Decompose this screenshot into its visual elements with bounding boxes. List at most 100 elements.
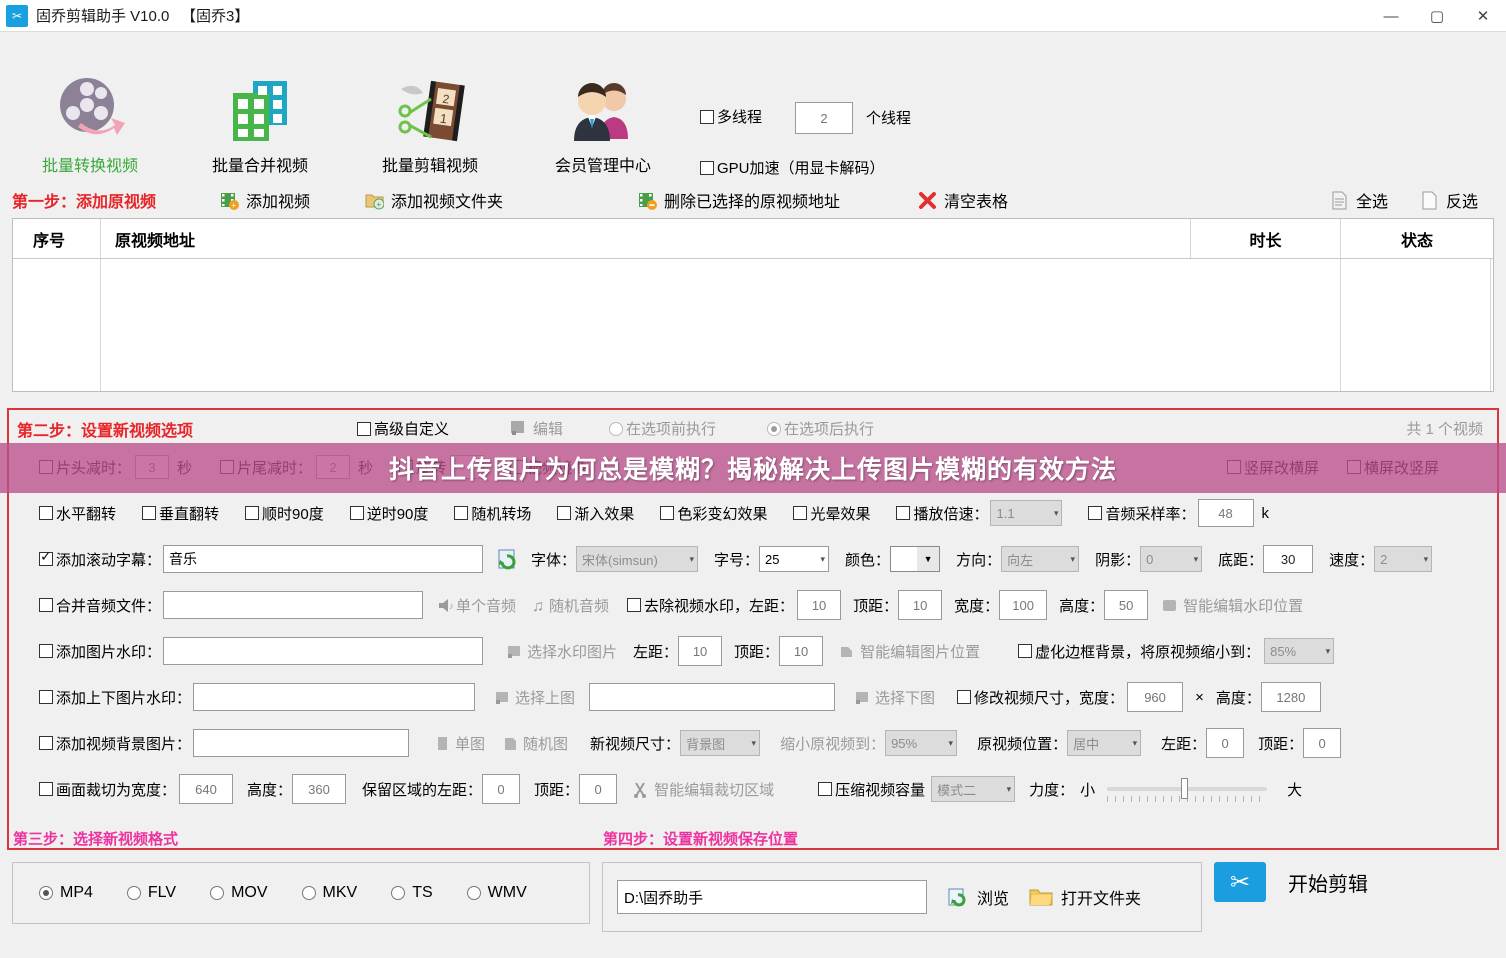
single-audio-label[interactable]: 单个音频 bbox=[456, 595, 516, 616]
start-edit-button[interactable]: ✂ 开始剪辑 bbox=[1214, 862, 1368, 902]
exec-after-radio[interactable]: 在选项后执行 bbox=[767, 418, 874, 439]
subtitle-speed-select[interactable]: 2 ▾ bbox=[1374, 546, 1433, 572]
watermark-width-input[interactable]: 100 bbox=[999, 590, 1048, 620]
playback-speed-select[interactable]: 1.1 ▾ bbox=[990, 500, 1063, 526]
format-option-wmv[interactable]: WMV bbox=[466, 884, 527, 902]
choose-top-image-label[interactable]: 选择上图 bbox=[515, 687, 575, 708]
top-image-input[interactable] bbox=[193, 683, 476, 711]
bg-left-input[interactable]: 0 bbox=[1206, 728, 1245, 758]
multithread-label: 多线程 bbox=[717, 109, 763, 126]
bg-image-input[interactable] bbox=[193, 729, 410, 757]
image-watermark-input[interactable] bbox=[163, 637, 484, 665]
color-shift-checkbox[interactable]: 色彩变幻效果 bbox=[660, 503, 767, 524]
format-option-mp4[interactable]: MP4 bbox=[39, 884, 93, 902]
tool-batch-merge[interactable]: 批量合并视频 bbox=[175, 72, 345, 176]
blur-scale-select[interactable]: 85% ▾ bbox=[1264, 638, 1335, 664]
topbottom-watermark-checkbox[interactable]: 添加上下图片水印： bbox=[39, 687, 191, 708]
compress-mode-select[interactable]: 模式二 ▾ bbox=[931, 776, 1016, 802]
browse-button[interactable]: 浏览 bbox=[947, 885, 1009, 909]
fade-in-checkbox[interactable]: 渐入效果 bbox=[557, 503, 634, 524]
delete-selected-button[interactable]: 删除已选择的原视频地址 bbox=[638, 188, 840, 212]
random-image-label[interactable]: 随机图 bbox=[523, 733, 568, 754]
playback-speed-checkbox[interactable]: 播放倍速： bbox=[896, 503, 988, 524]
tool-batch-convert[interactable]: 批量转换视频 bbox=[5, 72, 175, 176]
audio-samplerate-input[interactable]: 48 bbox=[1197, 499, 1254, 527]
tool-member-center[interactable]: 会员管理中心 bbox=[518, 72, 688, 176]
keep-left-input[interactable]: 0 bbox=[482, 774, 521, 804]
crop-checkbox[interactable]: 画面裁切为宽度： bbox=[39, 779, 176, 800]
choose-bottom-image-label[interactable]: 选择下图 bbox=[875, 687, 935, 708]
close-button[interactable]: ✕ bbox=[1460, 0, 1506, 32]
format-option-ts[interactable]: TS bbox=[391, 884, 433, 902]
invert-select-button[interactable]: 反选 bbox=[1420, 188, 1478, 212]
audio-samplerate-checkbox[interactable]: 音频采样率： bbox=[1088, 503, 1196, 524]
add-folder-button[interactable]: + 添加视频文件夹 bbox=[365, 188, 503, 212]
shadow-select[interactable]: 0 ▾ bbox=[1140, 546, 1203, 572]
advanced-custom-checkbox[interactable]: 高级自定义 bbox=[357, 418, 449, 439]
random-transition-checkbox[interactable]: 随机转场 bbox=[454, 503, 531, 524]
single-image-label[interactable]: 单图 bbox=[455, 733, 485, 754]
exec-before-radio[interactable]: 在选项前执行 bbox=[609, 418, 716, 439]
format-option-flv[interactable]: FLV bbox=[126, 884, 176, 902]
video-position-select[interactable]: 居中 ▾ bbox=[1067, 730, 1142, 756]
font-size-select[interactable]: 25 ▾ bbox=[759, 546, 830, 572]
watermark-left-input[interactable]: 10 bbox=[797, 590, 842, 620]
color-picker[interactable]: ▼ bbox=[890, 546, 941, 572]
bottom-margin-input[interactable]: 30 bbox=[1263, 545, 1314, 573]
image-watermark-checkbox[interactable]: 添加图片水印： bbox=[39, 641, 161, 662]
gpu-accel-checkbox[interactable]: GPU加速（用显卡解码） bbox=[700, 157, 885, 178]
flip-horizontal-checkbox[interactable]: 水平翻转 bbox=[39, 503, 116, 524]
rotate-cw90-checkbox[interactable]: 顺时90度 bbox=[245, 503, 324, 524]
clear-table-button[interactable]: 清空表格 bbox=[918, 188, 1008, 212]
bg-top-input[interactable]: 0 bbox=[1303, 728, 1342, 758]
watermark-top-input[interactable]: 10 bbox=[898, 590, 943, 620]
merge-audio-input[interactable] bbox=[163, 591, 424, 619]
smart-crop-label[interactable]: 智能编辑裁切区域 bbox=[654, 779, 774, 800]
bg-image-checkbox[interactable]: 添加视频背景图片： bbox=[39, 733, 191, 754]
thread-count-input[interactable]: 2 bbox=[795, 102, 853, 134]
resize-width-input[interactable]: 960 bbox=[1127, 682, 1184, 712]
watermark-height-input[interactable]: 50 bbox=[1104, 590, 1149, 620]
save-path-input[interactable]: D:\固乔助手 bbox=[617, 880, 927, 914]
merge-audio-checkbox[interactable]: 合并音频文件： bbox=[39, 595, 161, 616]
smart-image-pos-label[interactable]: 智能编辑图片位置 bbox=[860, 641, 980, 662]
video-list-table[interactable]: 序号 原视频地址 时长 状态 bbox=[12, 218, 1494, 392]
new-size-select[interactable]: 背景图 ▾ bbox=[680, 730, 761, 756]
tool-batch-edit[interactable]: 2 1 批量剪辑视频 bbox=[345, 72, 515, 176]
choose-watermark-image-label[interactable]: 选择水印图片 bbox=[527, 641, 617, 662]
resize-video-checkbox[interactable]: 修改视频尺寸，宽度： bbox=[957, 687, 1124, 708]
refresh-subtitle-icon[interactable] bbox=[497, 548, 519, 570]
scroll-subtitle-checkbox[interactable]: 添加滚动字幕： bbox=[39, 548, 161, 570]
select-all-button[interactable]: 全选 bbox=[1330, 188, 1388, 212]
format-option-mov[interactable]: MOV bbox=[210, 884, 268, 902]
format-option-mkv[interactable]: MKV bbox=[301, 884, 357, 902]
edit-button[interactable]: 编辑 bbox=[509, 418, 563, 439]
add-video-button[interactable]: + 添加视频 bbox=[220, 188, 310, 212]
resize-height-input[interactable]: 1280 bbox=[1260, 682, 1321, 712]
compress-strength-slider[interactable] bbox=[1107, 778, 1268, 802]
open-folder-button[interactable]: 打开文件夹 bbox=[1029, 885, 1141, 909]
crop-height-input[interactable]: 360 bbox=[292, 774, 347, 804]
imgwm-left-input[interactable]: 10 bbox=[678, 636, 723, 666]
rotate-ccw90-checkbox[interactable]: 逆时90度 bbox=[349, 503, 428, 524]
font-select[interactable]: 宋体(simsun) ▾ bbox=[576, 546, 699, 572]
halo-effect-checkbox[interactable]: 光晕效果 bbox=[793, 503, 870, 524]
slider-thumb[interactable] bbox=[1180, 778, 1188, 799]
scroll-subtitle-input[interactable]: 音乐 bbox=[163, 545, 484, 573]
smart-watermark-pos-label[interactable]: 智能编辑水印位置 bbox=[1183, 595, 1303, 616]
compress-checkbox[interactable]: 压缩视频容量 bbox=[818, 779, 925, 800]
direction-select[interactable]: 向左 ▾ bbox=[1001, 546, 1080, 572]
minimize-button[interactable]: — bbox=[1368, 0, 1414, 32]
multithread-checkbox[interactable]: 多线程 bbox=[700, 106, 762, 127]
maximize-button[interactable]: ▢ bbox=[1414, 0, 1460, 32]
bottom-image-input[interactable] bbox=[589, 683, 836, 711]
imgwm-top-input[interactable]: 10 bbox=[779, 636, 824, 666]
flip-vertical-checkbox[interactable]: 垂直翻转 bbox=[142, 503, 219, 524]
shrink-select[interactable]: 95% ▾ bbox=[885, 730, 958, 756]
remove-watermark-checkbox[interactable]: 去除视频水印，左距： bbox=[627, 595, 794, 616]
blur-border-checkbox[interactable]: 虚化边框背景，将原视频缩小到： bbox=[1018, 641, 1260, 662]
crop-width-input[interactable]: 640 bbox=[179, 774, 234, 804]
random-audio-label[interactable]: 随机音频 bbox=[549, 595, 609, 616]
smart-crop-icon bbox=[631, 780, 650, 799]
keep-top-input[interactable]: 0 bbox=[579, 774, 618, 804]
